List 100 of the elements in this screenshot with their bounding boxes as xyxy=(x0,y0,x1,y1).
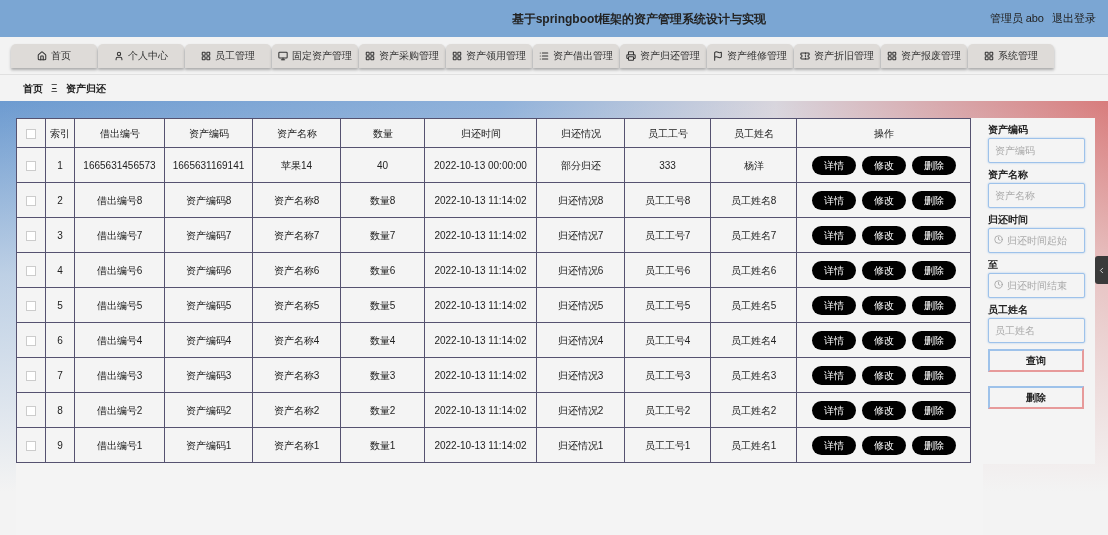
action-button[interactable]: 删除 xyxy=(911,260,956,280)
grid-icon xyxy=(984,50,994,61)
action-button[interactable]: 删除 xyxy=(911,365,956,385)
action-button[interactable]: 修改 xyxy=(861,400,906,420)
table-cell: 资产名称8 xyxy=(252,182,341,218)
nav-tab[interactable]: 资产借出管理 xyxy=(533,43,619,68)
nav-tab[interactable]: 固定资产管理 xyxy=(272,43,358,68)
action-button[interactable]: 删除 xyxy=(911,225,956,245)
action-button[interactable]: 修改 xyxy=(861,225,906,245)
checkbox[interactable] xyxy=(26,440,36,451)
action-button[interactable]: 修改 xyxy=(861,155,906,175)
action-button[interactable]: 修改 xyxy=(861,190,906,210)
action-button[interactable]: 详情 xyxy=(811,190,856,210)
table-cell: 资产名称3 xyxy=(252,357,341,393)
checkbox[interactable] xyxy=(26,265,36,276)
action-button[interactable]: 详情 xyxy=(811,400,856,420)
table-cell: 归还情况2 xyxy=(536,392,625,428)
table-cell: 借出编号5 xyxy=(74,287,165,323)
table-cell: 员工姓名7 xyxy=(710,217,797,253)
nav-tab[interactable]: 资产领用管理 xyxy=(446,43,532,68)
table-cell: 员工工号4 xyxy=(624,322,711,358)
action-button[interactable]: 修改 xyxy=(861,260,906,280)
filter-label: 员工姓名 xyxy=(988,303,1029,317)
action-button[interactable]: 修改 xyxy=(861,330,906,350)
nav-tab[interactable]: 资产折旧管理 xyxy=(794,43,880,68)
input-field[interactable]: 资产编码 xyxy=(988,138,1085,163)
action-button[interactable]: 修改 xyxy=(861,365,906,385)
table-cell: 资产编码1 xyxy=(164,427,253,463)
nav-tab[interactable]: 资产采购管理 xyxy=(359,43,445,68)
action-button[interactable]: 详情 xyxy=(811,295,856,315)
table-cell: 资产名称6 xyxy=(252,252,341,288)
user-icon xyxy=(114,50,124,61)
nav-tab[interactable]: 首页 xyxy=(11,43,97,68)
action-button[interactable]: 删除 xyxy=(911,400,956,420)
action-button[interactable]: 删除 xyxy=(911,155,956,175)
breadcrumb-current: 资产归还 xyxy=(65,81,106,96)
table-cell: 3 xyxy=(45,217,75,253)
action-button[interactable]: 详情 xyxy=(811,225,856,245)
action-button[interactable]: 修改 xyxy=(861,295,906,315)
grid-icon xyxy=(452,50,462,61)
table-cell: 40 xyxy=(340,147,425,183)
table-cell: 数量4 xyxy=(340,322,425,358)
checkbox[interactable] xyxy=(26,335,36,346)
table-cell: 杨洋 xyxy=(710,147,797,183)
checkbox[interactable] xyxy=(26,195,36,206)
table-cell: 借出编号1 xyxy=(74,427,165,463)
action-button[interactable]: 详情 xyxy=(811,330,856,350)
filter-label: 资产名称 xyxy=(988,168,1029,182)
action-button[interactable]: 删除 xyxy=(911,330,956,350)
filter-button[interactable]: 查询 xyxy=(988,349,1084,372)
grid-icon xyxy=(201,50,211,61)
action-button[interactable]: 删除 xyxy=(911,190,956,210)
checkbox[interactable] xyxy=(26,230,36,241)
nav-tab[interactable]: 员工管理 xyxy=(185,43,271,68)
action-button[interactable]: 详情 xyxy=(811,260,856,280)
filter-label: 至 xyxy=(988,258,999,272)
table-cell: 6 xyxy=(45,322,75,358)
filter-button[interactable]: 删除 xyxy=(988,386,1084,409)
checkbox[interactable] xyxy=(26,370,36,381)
column-header: 员工工号 xyxy=(624,118,711,148)
action-button[interactable]: 修改 xyxy=(861,435,906,455)
table-cell: 归还情况3 xyxy=(536,357,625,393)
nav-tab[interactable]: 资产维修管理 xyxy=(707,43,793,68)
action-button[interactable]: 详情 xyxy=(811,155,856,175)
checkbox[interactable] xyxy=(26,128,36,139)
table-cell: 借出编号2 xyxy=(74,392,165,428)
input-field[interactable]: 资产名称 xyxy=(988,183,1085,208)
table-cell: 1665631169141 xyxy=(164,147,253,183)
nav-tab[interactable]: 资产归还管理 xyxy=(620,43,706,68)
input-field[interactable]: 员工姓名 xyxy=(988,318,1085,343)
clock-icon xyxy=(994,235,1003,244)
table-cell: 5 xyxy=(45,287,75,323)
column-header: 借出编号 xyxy=(74,118,165,148)
table-cell: 员工姓名8 xyxy=(710,182,797,218)
action-button[interactable]: 详情 xyxy=(811,365,856,385)
action-button[interactable]: 详情 xyxy=(811,435,856,455)
date-field[interactable]: 归还时间起始 xyxy=(988,228,1085,253)
checkbox[interactable] xyxy=(26,160,36,171)
checkbox[interactable] xyxy=(26,405,36,416)
table-cell: 部分归还 xyxy=(536,147,625,183)
chevron-left-icon xyxy=(1097,265,1106,275)
action-button[interactable]: 删除 xyxy=(911,435,956,455)
monitor-icon xyxy=(278,50,288,61)
nav-tab[interactable]: 个人中心 xyxy=(98,43,184,68)
checkbox[interactable] xyxy=(26,300,36,311)
date-field[interactable]: 归还时间结束 xyxy=(988,273,1085,298)
logout-link[interactable]: 退出登录 xyxy=(1052,10,1096,27)
app-title: 基于springboot框架的资产管理系统设计与实现 xyxy=(511,10,767,28)
breadcrumb-link[interactable]: 首页 xyxy=(23,80,43,96)
table-cell: 2022-10-13 11:14:02 xyxy=(424,287,537,323)
table-cell: 员工工号5 xyxy=(624,287,711,323)
nav-tab[interactable]: 系统管理 xyxy=(968,43,1054,68)
table-cell: 员工姓名4 xyxy=(710,322,797,358)
nav-tab[interactable]: 资产报废管理 xyxy=(881,43,967,68)
printer-icon xyxy=(626,50,636,61)
action-button[interactable]: 删除 xyxy=(911,295,956,315)
table-cell: 员工工号2 xyxy=(624,392,711,428)
user-name: 管理员 abo xyxy=(989,11,1044,27)
table-cell: 数量3 xyxy=(340,357,425,393)
collapse-button[interactable] xyxy=(1095,256,1108,284)
